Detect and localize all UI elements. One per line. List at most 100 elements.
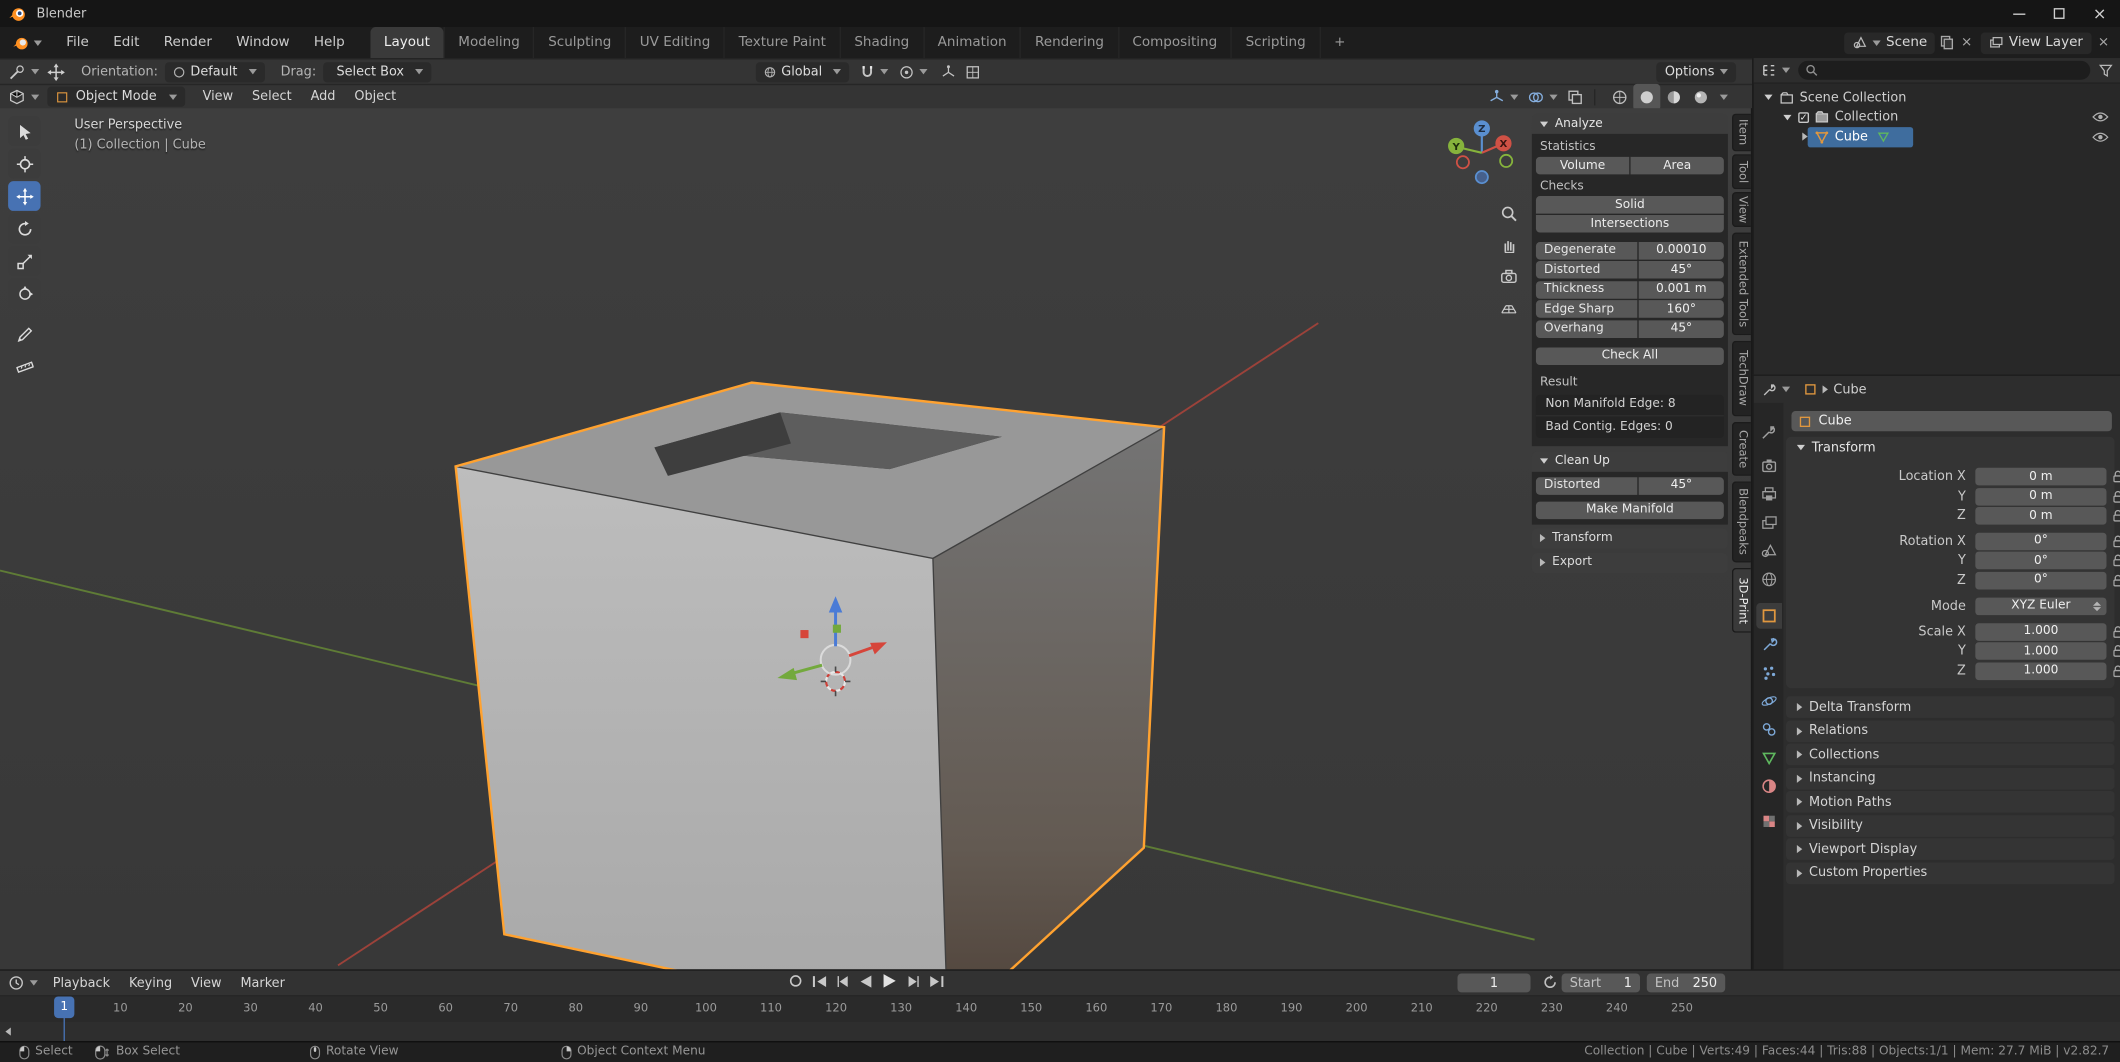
timeline-editor-selector[interactable]	[8, 975, 38, 991]
cleanup-distorted-value-field[interactable]: 45°	[1639, 477, 1724, 495]
tab-output[interactable]	[1756, 481, 1782, 507]
3d-viewport[interactable]: User Perspective (1) Collection | Cube	[0, 108, 1752, 969]
tab-constraints[interactable]	[1756, 717, 1782, 743]
lock-icon[interactable]	[2113, 645, 2120, 657]
check-edge-sharp-button[interactable]: Edge Sharp	[1536, 300, 1638, 318]
timeline-track-area[interactable]	[0, 1022, 2120, 1042]
workspace-tab-uv-editing[interactable]: UV Editing	[625, 27, 724, 58]
workspace-tab-sculpting[interactable]: Sculpting	[533, 27, 625, 58]
play-reverse-button[interactable]	[859, 974, 874, 988]
result-item[interactable]: Bad Contig. Edges: 0	[1536, 416, 1724, 438]
lock-icon[interactable]	[2113, 554, 2120, 566]
viewport-scene[interactable]	[0, 108, 1752, 969]
rotation-x-field[interactable]: 0°	[1975, 532, 2106, 550]
outliner-row-scene-collection[interactable]: Scene Collection	[1754, 88, 2120, 108]
select-box-tool[interactable]	[8, 116, 40, 146]
transform-panel-header[interactable]: Transform	[1786, 437, 2115, 459]
make-manifold-button[interactable]: Make Manifold	[1536, 501, 1724, 519]
hide-object-toggle[interactable]	[2092, 131, 2110, 143]
section-relations[interactable]: Relations	[1786, 720, 2115, 742]
tab-physics[interactable]	[1756, 688, 1782, 714]
show-overlays-toggle[interactable]	[1528, 89, 1558, 105]
rotation-y-field[interactable]: 0°	[1975, 552, 2106, 570]
menu-view[interactable]: View	[193, 89, 242, 104]
menu-help[interactable]: Help	[302, 27, 357, 58]
section-motion-paths[interactable]: Motion Paths	[1786, 791, 2115, 813]
tab-render[interactable]	[1756, 453, 1782, 479]
menu-render[interactable]: Render	[152, 27, 224, 58]
proportional-editing-toggle[interactable]	[899, 64, 927, 79]
lock-icon[interactable]	[2113, 535, 2120, 547]
menu-keying[interactable]: Keying	[120, 975, 182, 990]
degenerate-value-field[interactable]: 0.00010	[1639, 241, 1724, 259]
unlink-scene-button[interactable]: ×	[1961, 35, 1972, 50]
thickness-value-field[interactable]: 0.001 m	[1639, 281, 1724, 299]
section-delta-transform[interactable]: Delta Transform	[1786, 696, 2115, 718]
tab-texture[interactable]	[1756, 809, 1782, 835]
menu-select[interactable]: Select	[243, 89, 302, 104]
end-frame-field[interactable]: End 250	[1647, 973, 1725, 992]
transform-panel-header[interactable]: Transform	[1532, 528, 1728, 548]
menu-file[interactable]: File	[54, 27, 101, 58]
shading-wireframe-button[interactable]	[1606, 83, 1633, 110]
menu-add[interactable]: Add	[301, 89, 345, 104]
gizmo-plane-handle[interactable]	[833, 625, 841, 633]
distorted-value-field[interactable]: 45°	[1639, 261, 1724, 279]
close-button[interactable]: ×	[2079, 0, 2120, 27]
shading-rendered-button[interactable]	[1687, 83, 1714, 110]
rotation-z-field[interactable]: 0°	[1975, 571, 2106, 589]
show-gizmo-toggle[interactable]	[1489, 89, 1519, 105]
menu-object[interactable]: Object	[345, 89, 406, 104]
gizmos-toggle-icon[interactable]	[941, 64, 956, 79]
location-y-field[interactable]: 0 m	[1975, 487, 2106, 505]
section-viewport-display[interactable]: Viewport Display	[1786, 838, 2115, 860]
app-menu-button[interactable]	[0, 27, 54, 58]
lock-icon[interactable]	[2113, 665, 2120, 677]
jump-to-end-button[interactable]	[929, 974, 945, 988]
analyze-panel-header[interactable]: Analyze	[1532, 114, 1728, 134]
workspace-tab-layout[interactable]: Layout	[370, 27, 443, 58]
lock-icon[interactable]	[2113, 490, 2120, 502]
workspace-tab-scripting[interactable]: Scripting	[1231, 27, 1320, 58]
outliner-editor-selector[interactable]	[1760, 62, 1790, 78]
toggle-perspective-button[interactable]	[1495, 293, 1522, 320]
check-degenerate-button[interactable]: Degenerate	[1536, 241, 1638, 259]
drag-dropdown[interactable]: Select Box	[323, 62, 431, 82]
lock-icon[interactable]	[2113, 471, 2120, 483]
overhang-value-field[interactable]: 45°	[1639, 320, 1724, 338]
shading-material-button[interactable]	[1660, 83, 1687, 110]
sidebar-tab-tool[interactable]: Tool	[1732, 154, 1751, 189]
tab-material[interactable]	[1756, 773, 1782, 799]
cursor-tool[interactable]	[8, 149, 40, 179]
location-x-field[interactable]: 0 m	[1975, 468, 2106, 486]
rotate-tool[interactable]	[8, 214, 40, 244]
menu-edit[interactable]: Edit	[101, 27, 152, 58]
camera-view-button[interactable]	[1495, 262, 1522, 289]
orientation-dropdown[interactable]: Default	[165, 62, 265, 82]
sidebar-tab-item[interactable]: Item	[1732, 114, 1751, 152]
edge-sharp-value-field[interactable]: 160°	[1639, 300, 1724, 318]
mode-dropdown[interactable]: Object Mode	[47, 87, 185, 107]
location-z-field[interactable]: 0 m	[1975, 507, 2106, 525]
menu-window[interactable]: Window	[224, 27, 302, 58]
active-tool-selector[interactable]	[8, 63, 39, 81]
sidebar-tab-view[interactable]: View	[1732, 192, 1751, 227]
tab-object[interactable]	[1756, 603, 1782, 629]
add-workspace-button[interactable]: +	[1319, 27, 1359, 58]
section-custom-properties[interactable]: Custom Properties	[1786, 862, 2115, 884]
sidebar-tab-extended-tools[interactable]: Extended Tools	[1732, 233, 1751, 336]
next-keyframe-button[interactable]	[906, 974, 921, 988]
editor-type-selector[interactable]	[8, 88, 39, 106]
new-scene-button[interactable]	[1941, 35, 1955, 50]
current-frame-field[interactable]: 1	[1458, 973, 1531, 992]
menu-playback[interactable]: Playback	[43, 975, 119, 990]
tab-scene[interactable]	[1756, 538, 1782, 564]
check-all-button[interactable]: Check All	[1536, 347, 1724, 365]
collapse-arrow-icon[interactable]	[5, 1028, 10, 1036]
tab-particles[interactable]	[1756, 660, 1782, 686]
check-intersections-button[interactable]: Intersections	[1536, 215, 1724, 233]
hide-collection-toggle[interactable]	[2092, 111, 2110, 123]
use-preview-range-toggle[interactable]	[1543, 975, 1558, 990]
lock-icon[interactable]	[2113, 574, 2120, 586]
transform-orientation-dropdown[interactable]: Global	[756, 62, 850, 82]
